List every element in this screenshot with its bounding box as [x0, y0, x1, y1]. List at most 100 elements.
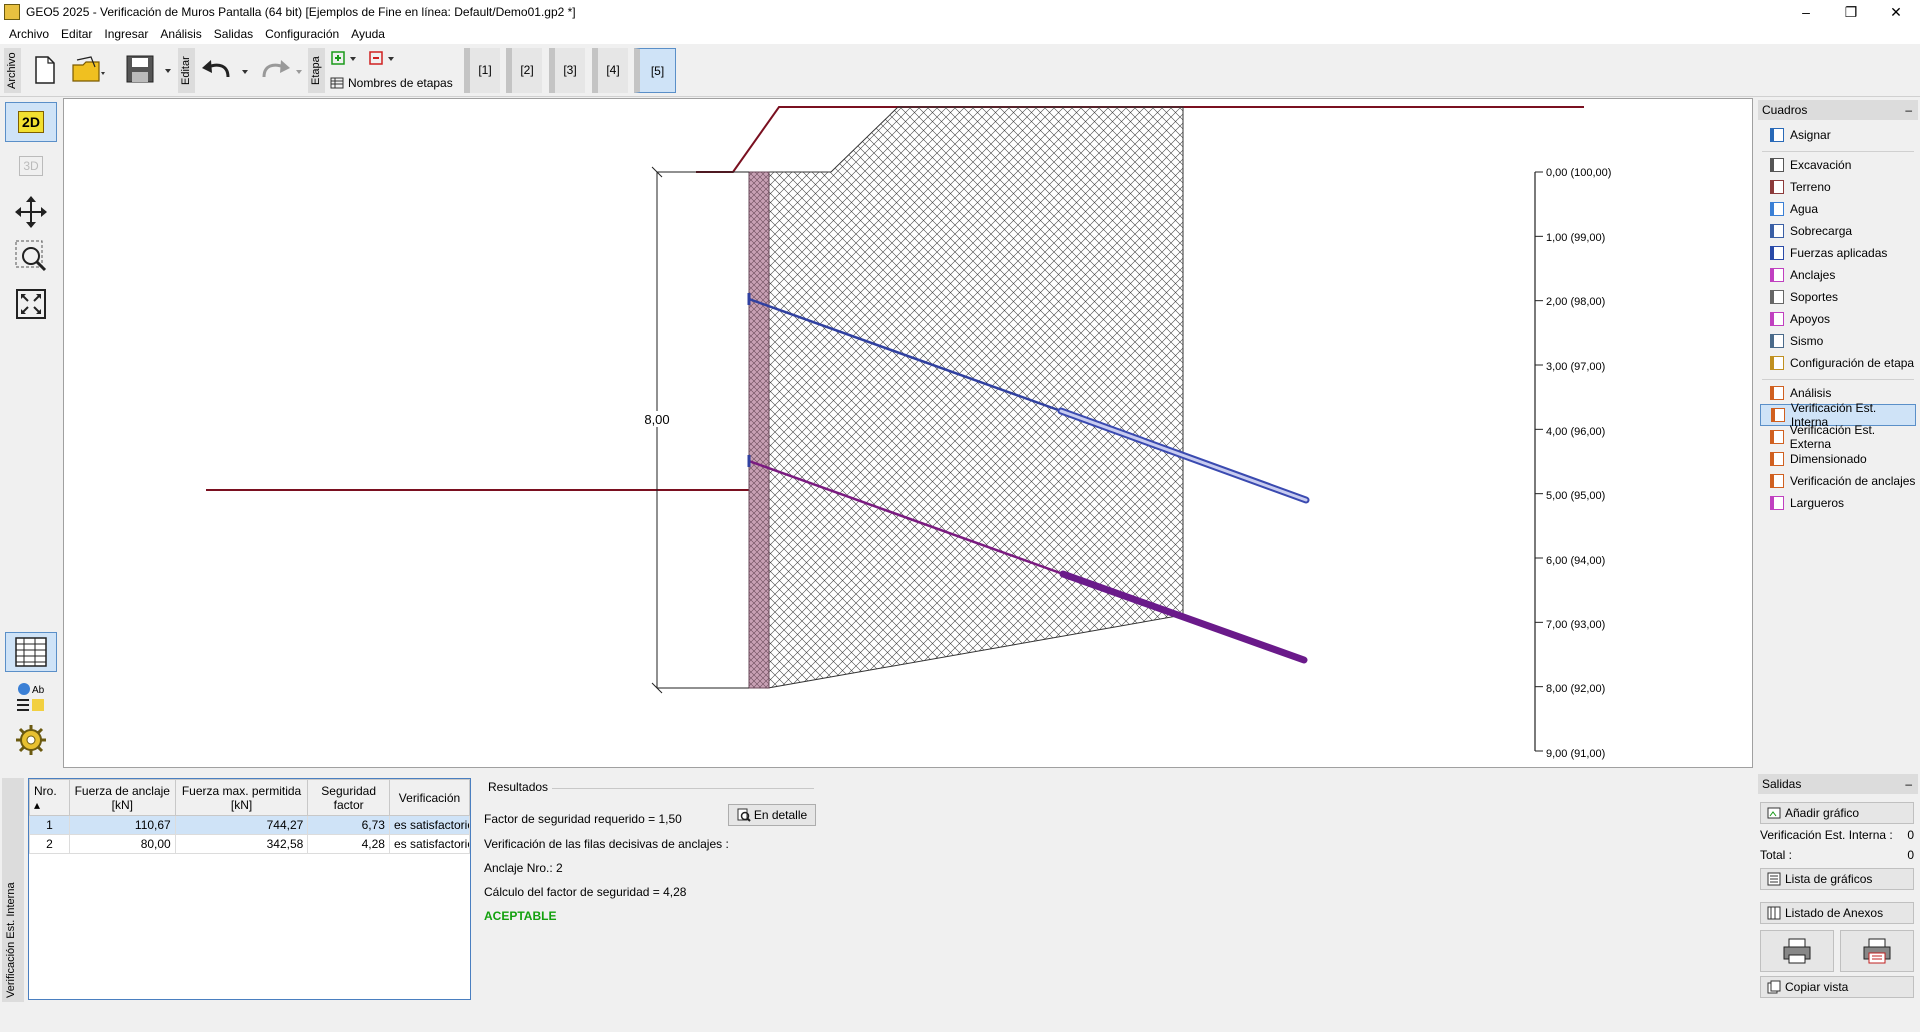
verificacion-est-externa-icon: [1770, 430, 1784, 444]
open-folder-icon[interactable]: [70, 52, 106, 88]
cuadros-item-apoyos[interactable]: Apoyos: [1760, 308, 1916, 330]
cuadros-item-verificacion-est-externa[interactable]: Verificación Est. Externa: [1760, 423, 1916, 451]
menu-salidas[interactable]: Salidas: [208, 27, 259, 41]
stage-1-tab[interactable]: [1]: [464, 48, 500, 93]
axis-label-2: 2,00 (98,00): [1546, 296, 1605, 308]
detail-button-label: En detalle: [753, 808, 808, 822]
stage-2-tab[interactable]: [2]: [506, 48, 542, 93]
graphics-list-button[interactable]: Lista de gráficos: [1760, 868, 1914, 890]
menu-editar[interactable]: Editar: [55, 27, 98, 41]
table-view-button[interactable]: [5, 632, 57, 672]
legend-icon: Ab: [17, 683, 45, 711]
cuadros-item-label: Configuración de etapa: [1790, 356, 1915, 370]
cuadros-item-dimensionado[interactable]: Dimensionado: [1760, 448, 1916, 470]
cuadros-item-verificacion-de-anclajes[interactable]: Verificación de anclajes: [1760, 470, 1916, 492]
print-preview-button[interactable]: [1840, 930, 1914, 972]
cuadros-item-label: Verificación de anclajes: [1790, 474, 1916, 488]
window-title: GEO5 2025 - Verificación de Muros Pantal…: [26, 5, 576, 19]
count-label-total: Total :: [1760, 848, 1793, 862]
cuadros-item-agua[interactable]: Agua: [1760, 198, 1916, 220]
add-stage-icon[interactable]: [330, 50, 360, 66]
settings-button[interactable]: [5, 720, 57, 760]
col-header-max-force[interactable]: Fuerza max. permitida [kN]: [174, 779, 309, 816]
appendix-list-label: Listado de Anexos: [1785, 906, 1884, 920]
legend-settings-button[interactable]: Ab: [5, 676, 57, 716]
print-button[interactable]: [1760, 930, 1834, 972]
sheet-pile-wall: [748, 171, 770, 689]
gear-icon: [16, 725, 46, 755]
drawing-canvas[interactable]: 8,00 0,00 (100,00) 1,00 (99,00) 2,00 (98…: [63, 98, 1753, 768]
left-toolbar: 2D 3D Ab: [0, 98, 62, 768]
cuadros-item-configuracion-de-etapa[interactable]: Configuración de etapa: [1760, 352, 1916, 374]
cuadros-item-excavacion[interactable]: Excavación: [1760, 154, 1916, 176]
cuadros-item-terreno[interactable]: Terreno: [1760, 176, 1916, 198]
restore-button[interactable]: ❐: [1831, 0, 1871, 24]
cuadros-separator: [1762, 146, 1914, 152]
cuadros-item-largueros[interactable]: Largueros: [1760, 492, 1916, 514]
cuadros-item-sismo[interactable]: Sismo: [1760, 330, 1916, 352]
graphics-list-label: Lista de gráficos: [1785, 872, 1873, 886]
cuadros-item-label: Apoyos: [1790, 312, 1831, 326]
view-2d-button[interactable]: 2D: [5, 102, 57, 142]
verdict-text: ACEPTABLE: [484, 909, 557, 923]
cuadros-item-sobrecarga[interactable]: Sobrecarga: [1760, 220, 1916, 242]
graphics-count-total: Total : 0: [1760, 848, 1914, 862]
pan-tool[interactable]: [5, 192, 57, 232]
apoyos-icon: [1770, 312, 1784, 326]
col-header-verification[interactable]: Verificación: [388, 779, 470, 816]
menu-ingresar[interactable]: Ingresar: [98, 27, 154, 41]
redo-icon[interactable]: [256, 56, 306, 84]
archivo-group-label: Archivo: [4, 48, 21, 93]
zoom-magnifier-icon: [15, 240, 47, 272]
largueros-icon: [1770, 496, 1784, 510]
col-header-safety-factor[interactable]: Seguridad factor: [307, 779, 390, 816]
cuadros-item-fuerzas-aplicadas[interactable]: Fuerzas aplicadas: [1760, 242, 1916, 264]
view-2d-label: 2D: [18, 111, 44, 133]
table-row[interactable]: 1 110,67 744,27 6,73 es satisfactorio: [29, 815, 470, 835]
cuadros-item-asignar[interactable]: Asignar: [1760, 124, 1916, 146]
add-graphic-label: Añadir gráfico: [1785, 806, 1860, 820]
col-header-anchor-force[interactable]: Fuerza de anclaje [kN]: [68, 779, 176, 816]
zoom-extents-tool[interactable]: [5, 284, 57, 324]
close-button[interactable]: ✕: [1876, 0, 1916, 24]
new-file-icon[interactable]: [30, 52, 60, 88]
zoom-tool[interactable]: [5, 236, 57, 276]
anchor-results-table[interactable]: Nro. ▴ Fuerza de anclaje [kN] Fuerza max.…: [28, 778, 471, 1000]
cuadros-item-soportes[interactable]: Soportes: [1760, 286, 1916, 308]
grid-icon: [330, 77, 344, 89]
stage-3-tab[interactable]: [3]: [549, 48, 585, 93]
save-icon[interactable]: [124, 52, 172, 88]
table-row[interactable]: 2 80,00 342,58 4,28 es satisfactorio: [29, 834, 470, 854]
menu-ayuda[interactable]: Ayuda: [345, 27, 391, 41]
stage-4-tab[interactable]: [4]: [592, 48, 628, 93]
stage-names-button[interactable]: Nombres de etapas: [330, 74, 454, 92]
sismo-icon: [1770, 334, 1784, 348]
add-graphic-button[interactable]: Añadir gráfico: [1760, 802, 1914, 824]
minimize-button[interactable]: –: [1786, 0, 1826, 24]
cuadros-item-label: Terreno: [1790, 180, 1831, 194]
undo-icon[interactable]: [200, 56, 250, 84]
menu-analisis[interactable]: Análisis: [154, 27, 207, 41]
stage-5-tab[interactable]: [5]: [634, 48, 676, 93]
soil-wedge: [767, 106, 1184, 689]
appendix-list-button[interactable]: Listado de Anexos: [1760, 902, 1914, 924]
view-3d-button[interactable]: 3D: [5, 146, 57, 186]
cuadros-item-anclajes[interactable]: Anclajes: [1760, 264, 1916, 286]
salidas-title: Salidas: [1762, 777, 1802, 791]
salidas-minimize-button[interactable]: –: [1905, 774, 1912, 794]
remove-stage-icon[interactable]: [368, 50, 398, 66]
anclajes-icon: [1770, 268, 1784, 282]
col-header-nro[interactable]: Nro. ▴: [29, 779, 70, 816]
cuadros-minimize-button[interactable]: –: [1905, 100, 1912, 120]
verification-vertical-tab[interactable]: Verificación Est. Interna: [2, 778, 24, 1002]
menu-configuracion[interactable]: Configuración: [259, 27, 345, 41]
list-icon: [1767, 872, 1781, 886]
stage-names-label: Nombres de etapas: [348, 76, 453, 90]
detail-button[interactable]: En detalle: [728, 804, 816, 826]
axis-label-1: 1,00 (99,00): [1546, 232, 1605, 244]
cuadros-header: Cuadros –: [1758, 100, 1918, 120]
copy-view-button[interactable]: Copiar vista: [1760, 976, 1914, 998]
cuadros-item-label: Verificación Est. Externa: [1789, 423, 1876, 451]
axis-label-3: 3,00 (97,00): [1546, 361, 1605, 373]
menu-archivo[interactable]: Archivo: [3, 27, 55, 41]
